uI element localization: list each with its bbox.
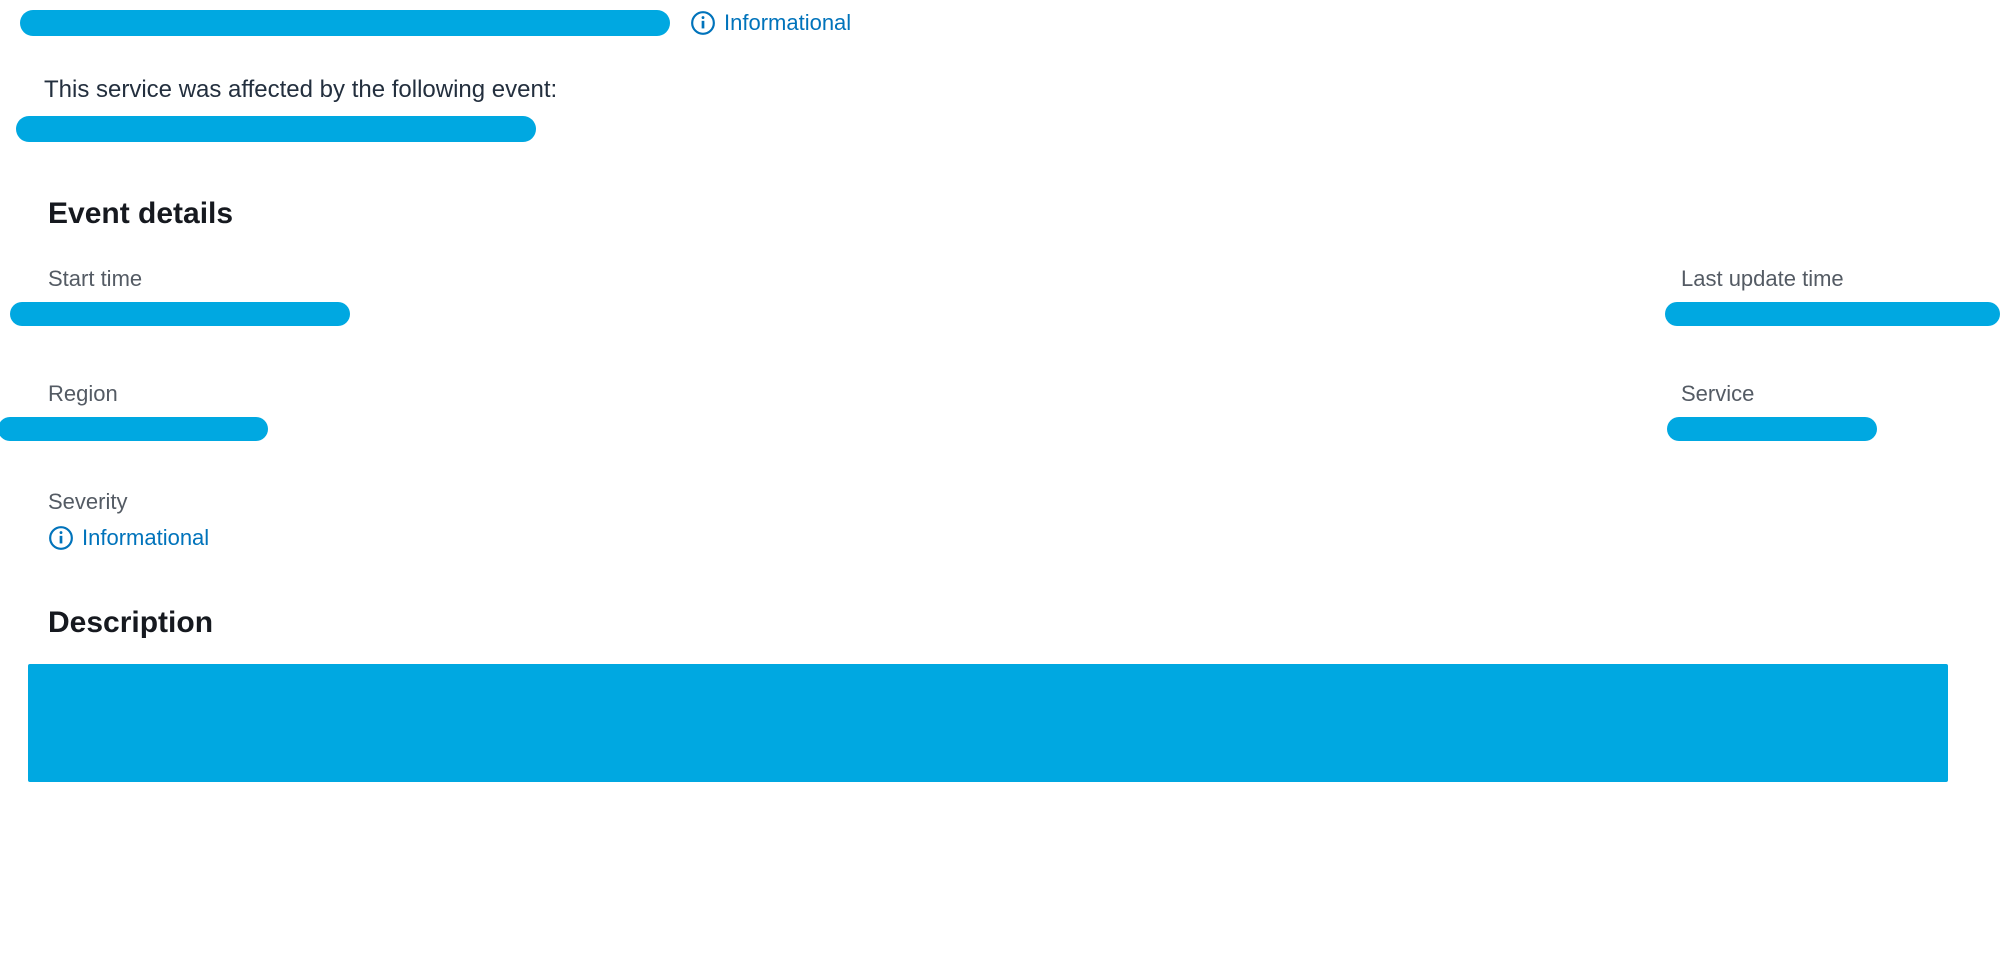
service-label: Service xyxy=(1681,381,2000,407)
service-value-redacted xyxy=(1667,417,1877,441)
region-field: Region xyxy=(48,381,921,441)
region-value-redacted xyxy=(0,417,268,441)
last-update-time-field: Last update time xyxy=(981,266,2000,326)
start-time-field: Start time xyxy=(48,266,921,326)
affected-event-text: This service was affected by the followi… xyxy=(0,46,2000,116)
severity-value-text: Informational xyxy=(82,525,209,551)
description-section: Description xyxy=(0,556,2000,782)
last-update-time-value-redacted xyxy=(1665,302,2000,326)
event-details-grid: Start time Last update time Region Servi… xyxy=(0,241,2000,441)
last-update-time-label: Last update time xyxy=(1681,266,2000,292)
page-title-redacted xyxy=(20,10,670,36)
start-time-label: Start time xyxy=(48,266,921,292)
start-time-value-redacted xyxy=(10,302,350,326)
service-field: Service xyxy=(981,381,2000,441)
affected-event-link-redacted[interactable] xyxy=(16,116,536,142)
description-heading: Description xyxy=(48,556,2000,664)
event-details-heading: Event details xyxy=(0,142,2000,241)
severity-field: Severity Informational xyxy=(0,441,2000,556)
severity-badge-top: Informational xyxy=(690,10,851,36)
info-icon xyxy=(48,525,74,551)
severity-badge-label: Informational xyxy=(724,10,851,36)
event-page: Informational This service was affected … xyxy=(0,0,2000,782)
info-icon xyxy=(690,10,716,36)
region-label: Region xyxy=(48,381,921,407)
description-content-redacted xyxy=(28,664,1948,782)
page-header-row: Informational xyxy=(0,0,2000,46)
severity-value: Informational xyxy=(48,525,209,551)
severity-label: Severity xyxy=(48,489,2000,515)
